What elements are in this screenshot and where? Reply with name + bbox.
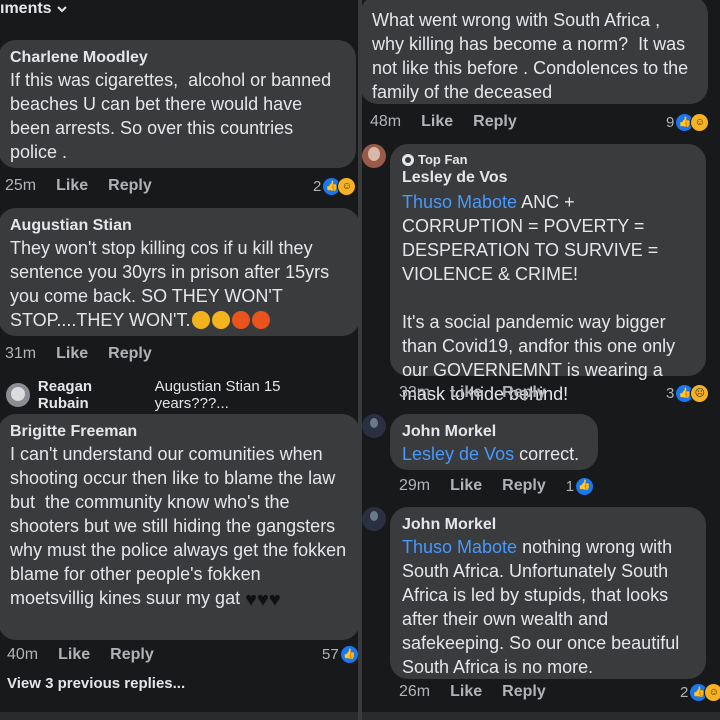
comment-text: Lesley de Vos correct.: [402, 444, 580, 464]
commenter-name[interactable]: Charlene Moodley: [10, 48, 344, 68]
haha-reaction-icon: ☺: [337, 177, 357, 196]
comment-time: 29m: [399, 477, 431, 494]
reaction-count[interactable]: 2 👍 ☺: [680, 683, 720, 702]
comment-bubble: John Morkel Lesley de Vos correct.: [390, 414, 598, 470]
reply-button[interactable]: Reply: [473, 113, 517, 131]
comment-bubble: Augustian Stian They won't stop killing …: [0, 208, 358, 336]
mention-link[interactable]: Thuso Mabote: [402, 537, 517, 557]
comment-time: 33m: [399, 384, 431, 401]
commenter-name[interactable]: Brigitte Freeman: [10, 422, 348, 442]
reaction-count[interactable]: 2 👍 ☺: [313, 177, 357, 196]
comment-actions: 25m Like Reply: [5, 177, 152, 195]
right-screenshot: What went wrong with South Africa , why …: [362, 0, 720, 720]
reply-preview-text: Augustian Stian 15 years???...: [154, 378, 281, 412]
haha-reaction-icon: ☺: [704, 683, 720, 702]
reply-button[interactable]: Reply: [108, 345, 152, 363]
comment-bubble: Brigitte Freeman I can't understand our …: [0, 414, 358, 640]
comment-text: If this was cigarettes, alcohol or banne…: [10, 70, 337, 162]
comment-bubble: What went wrong with South Africa , why …: [362, 0, 708, 104]
top-fan-label: Top Fan: [418, 152, 468, 167]
like-reaction-icon: 👍: [340, 646, 358, 663]
reply-preview[interactable]: Reagan Rubain Augustian Stian 15 years??…: [6, 378, 358, 412]
reply-button[interactable]: Reply: [502, 477, 546, 495]
like-button[interactable]: Like: [450, 384, 482, 402]
comment-time: 40m: [7, 646, 39, 663]
haha-reaction-icon: ☺: [690, 113, 710, 132]
like-reaction-icon: 👍: [576, 477, 594, 495]
comment-time: 48m: [370, 113, 402, 130]
comments-header-label: ıments: [0, 0, 52, 17]
comment-bubble: Charlene Moodley If this was cigarettes,…: [0, 40, 356, 168]
comment-text: They won't stop killing cos if u kill th…: [10, 238, 335, 330]
reaction-number: 2: [680, 684, 689, 701]
reaction-count[interactable]: 3 👍 ☹: [666, 384, 710, 403]
left-screenshot: ıments Charlene Moodley If this was ciga…: [0, 0, 358, 720]
next-comment-partial: [362, 712, 720, 720]
reply-button[interactable]: Reply: [108, 177, 152, 195]
comment-actions: 33m Like Reply: [399, 384, 546, 402]
reply-button[interactable]: Reply: [110, 646, 154, 664]
mention-link[interactable]: Lesley de Vos: [402, 444, 514, 464]
comment-text: Thuso Mabote nothing wrong with South Af…: [402, 537, 685, 677]
avatar[interactable]: [362, 507, 386, 531]
reply-preview-name: Reagan Rubain: [37, 378, 93, 412]
comment-actions: 29m Like Reply 1 👍: [399, 477, 594, 495]
commenter-name[interactable]: John Morkel: [402, 515, 694, 535]
comment-actions: 31m Like Reply: [5, 345, 152, 363]
comment-actions: 26m Like Reply: [399, 683, 546, 701]
avatar: [6, 383, 30, 407]
comment-time: 26m: [399, 683, 431, 700]
angry-emoji-icon: [232, 311, 251, 329]
frown-emoji-icon: [212, 311, 231, 329]
commenter-name[interactable]: John Morkel: [402, 422, 586, 442]
comment-time: 25m: [5, 177, 37, 194]
comment-bubble: John Morkel Thuso Mabote nothing wrong w…: [390, 507, 706, 679]
like-button[interactable]: Like: [421, 113, 453, 131]
view-previous-replies-link[interactable]: View 3 previous replies...: [7, 675, 185, 692]
next-comment-partial: [0, 712, 358, 720]
like-button[interactable]: Like: [58, 646, 90, 664]
black-heart-icon: ♥: [268, 589, 281, 611]
reaction-count[interactable]: 9 👍 ☺: [666, 113, 710, 132]
chevron-down-icon: [56, 6, 67, 13]
reaction-number: 9: [666, 114, 675, 131]
comment-actions: 40m Like Reply: [7, 646, 154, 664]
avatar[interactable]: [362, 144, 386, 168]
reaction-number: 3: [666, 385, 675, 402]
comments-sort-header[interactable]: ıments: [0, 0, 68, 18]
reaction-number: 1: [565, 477, 575, 495]
avatar[interactable]: [362, 414, 386, 438]
reply-button[interactable]: Reply: [502, 384, 546, 402]
like-button[interactable]: Like: [450, 477, 482, 495]
reply-button[interactable]: Reply: [502, 683, 546, 701]
reaction-number: 2: [313, 178, 322, 195]
like-button[interactable]: Like: [450, 683, 482, 701]
black-heart-icon: ♥: [256, 589, 269, 611]
mention-link[interactable]: Thuso Mabote: [402, 192, 517, 212]
like-button[interactable]: Like: [56, 177, 88, 195]
like-button[interactable]: Like: [56, 345, 88, 363]
comment-text: Thuso Mabote ANC + CORRUPTION = POVERTY …: [402, 192, 676, 404]
reaction-count[interactable]: 1 👍: [565, 477, 594, 495]
comment-actions: 48m Like Reply: [370, 113, 517, 131]
reaction-count[interactable]: 57 👍: [322, 646, 358, 663]
top-fan-icon: [402, 154, 414, 166]
comment-text: What went wrong with South Africa , why …: [372, 10, 694, 102]
top-fan-badge: Top Fan: [402, 152, 694, 168]
angry-emoji-icon: [252, 311, 271, 329]
frown-emoji-icon: [192, 311, 211, 329]
comment-time: 31m: [5, 345, 37, 362]
sad-reaction-icon: ☹: [690, 384, 710, 403]
commenter-name[interactable]: Augustian Stian: [10, 216, 348, 236]
black-heart-icon: ♥: [245, 589, 257, 611]
comment-bubble: Top Fan Lesley de Vos Thuso Mabote ANC +…: [390, 144, 706, 404]
commenter-name[interactable]: Lesley de Vos: [402, 168, 694, 188]
comment-text: I can't understand our comunities when s…: [10, 444, 352, 611]
reaction-number: 57: [322, 646, 339, 663]
